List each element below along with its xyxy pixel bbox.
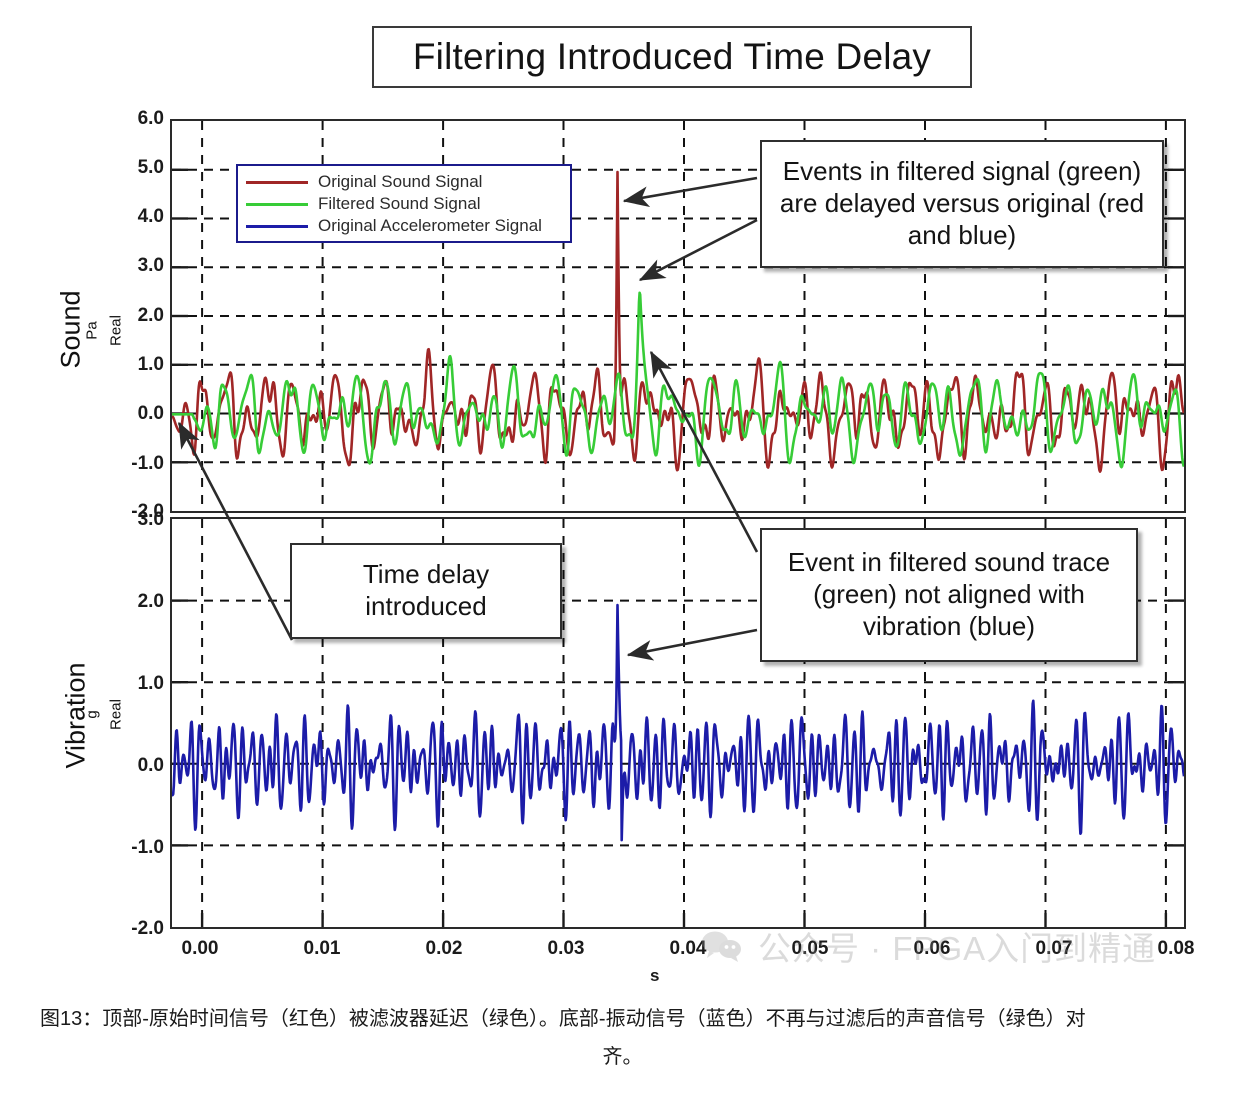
caption-line-2: 齐。: [602, 1046, 643, 1068]
legend-item-filtered-sound: Filtered Sound Signal: [246, 193, 562, 215]
callout-event-not-aligned: Event in filtered sound trace (green) no…: [760, 528, 1138, 662]
x-axis-unit-label: s: [650, 966, 660, 985]
y-tick-label: -1.0: [131, 837, 164, 858]
y-tick-label: 3.0: [137, 509, 164, 530]
y-axis-ticks-vibration: 3.0 2.0 1.0 0.0 -1.0 -2.0: [110, 100, 164, 990]
x-tick-label: 0.00: [181, 938, 219, 959]
chart-legend: Original Sound Signal Filtered Sound Sig…: [236, 164, 572, 243]
legend-swatch-blue: [246, 224, 308, 228]
y-tick-label: -2.0: [131, 918, 164, 939]
y-tick-label: 1.0: [137, 673, 164, 694]
y-axis-title-sound: Sound: [55, 290, 86, 369]
legend-label: Filtered Sound Signal: [318, 194, 481, 213]
chart-title-box: Filtering Introduced Time Delay: [372, 26, 972, 88]
legend-item-original-accelerometer: Original Accelerometer Signal: [246, 215, 562, 237]
callout-events-delayed: Events in filtered signal (green) are de…: [760, 140, 1164, 268]
wechat-icon: [702, 931, 741, 962]
chart-title: Filtering Introduced Time Delay: [412, 36, 932, 77]
x-tick-label: 0.01: [303, 938, 341, 959]
watermark-text: 公众号 · FPGA入门到精通: [758, 930, 1157, 967]
legend-item-original-sound: Original Sound Signal: [246, 171, 562, 193]
y-tick-label: 2.0: [137, 591, 164, 612]
legend-swatch-red: [246, 180, 308, 184]
y-tick-label: 0.0: [137, 755, 164, 776]
callout-time-delay-introduced: Time delay introduced: [290, 543, 562, 639]
y-axis-unit-sound: Pa: [83, 321, 101, 340]
figure-plot-area: Sound Pa Real Vibration g Real 6.0 5.0 4…: [0, 100, 1245, 990]
legend-label: Original Accelerometer Signal: [318, 216, 542, 235]
legend-swatch-green: [246, 202, 308, 206]
figure-root: Filtering Introduced Time Delay Sound Pa…: [0, 0, 1245, 1112]
x-tick-label: 0.03: [547, 938, 585, 959]
caption-line-1: 图13：顶部-原始时间信号（红色）被滤波器延迟（绿色）。底部-振动信号（蓝色）不…: [40, 1008, 1086, 1030]
watermark: 公众号 · FPGA入门到精通: [700, 918, 1220, 974]
x-tick-label: 0.02: [425, 938, 463, 959]
legend-label: Original Sound Signal: [318, 172, 483, 191]
figure-caption: 图13：顶部-原始时间信号（红色）被滤波器延迟（绿色）。底部-振动信号（蓝色）不…: [40, 1000, 1205, 1076]
y-axis-unit-vibration: g: [83, 710, 101, 719]
